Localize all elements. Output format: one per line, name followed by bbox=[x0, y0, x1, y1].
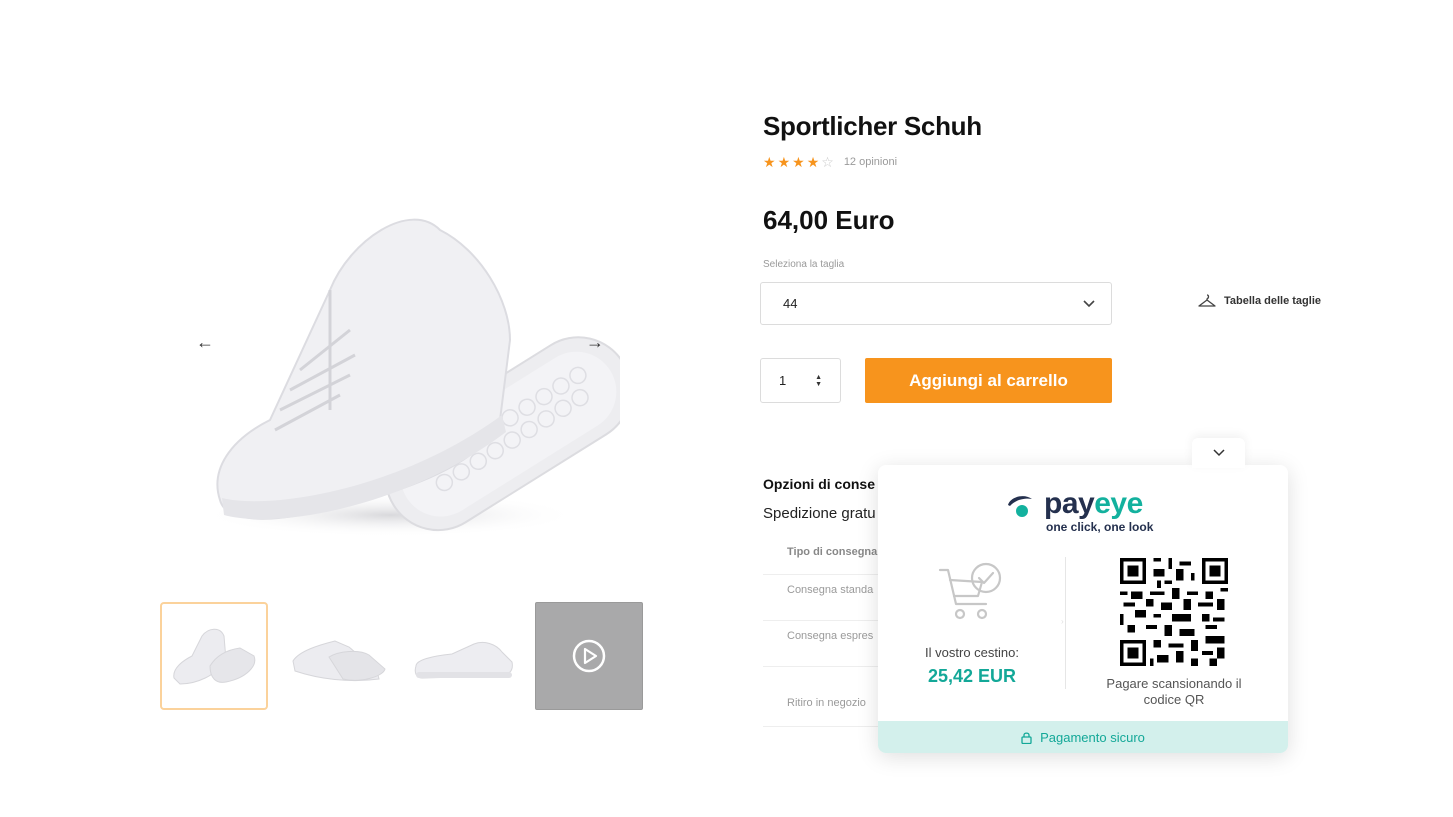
thumbnail-2[interactable] bbox=[285, 602, 393, 710]
next-image-arrow[interactable]: → bbox=[580, 330, 610, 354]
shoe-pair-thumb bbox=[173, 628, 256, 685]
divider-chevron-icon: › bbox=[1061, 617, 1064, 626]
add-to-cart-button[interactable]: Aggiungi al carrello bbox=[865, 358, 1112, 403]
size-value: 44 bbox=[783, 296, 798, 311]
delivery-subtitle: Spedizione gratu bbox=[763, 505, 876, 522]
size-select[interactable]: 44 bbox=[760, 282, 1112, 325]
product-price: 64,00 Euro bbox=[763, 205, 895, 235]
size-chart-label: Tabella delle taglie bbox=[1224, 295, 1321, 307]
review-count[interactable]: 12 opinioni bbox=[844, 156, 897, 168]
cart-summary: Il vostro cestino: 25,42 EUR bbox=[878, 560, 1066, 687]
main-product-image bbox=[200, 218, 620, 537]
payeye-tagline: one click, one look bbox=[1046, 520, 1154, 534]
star-icon: ★ bbox=[792, 154, 805, 170]
cart-check-icon bbox=[938, 562, 1002, 620]
secure-payment-label: Pagamento sicuro bbox=[1040, 729, 1145, 745]
shoe-side-thumb bbox=[292, 640, 386, 682]
qr-instructions: Pagare scansionando il codice QR bbox=[1106, 676, 1242, 707]
payeye-logo: payeye one click, one look bbox=[1006, 487, 1166, 535]
cart-amount: 25,42 EUR bbox=[927, 666, 1017, 686]
shoe-profile-thumb bbox=[414, 641, 513, 679]
quantity-stepper[interactable]: 1 ▲ ▼ bbox=[760, 358, 841, 403]
qr-section: Pagare scansionando il codice QR bbox=[1098, 558, 1250, 708]
qr-code[interactable] bbox=[1120, 558, 1228, 666]
collapse-widget-tab[interactable] bbox=[1192, 438, 1245, 468]
size-chart-link[interactable]: Tabella delle taglie bbox=[1198, 294, 1321, 308]
stepper-arrows[interactable]: ▲ ▼ bbox=[815, 374, 822, 388]
payeye-wordmark: payeye bbox=[1044, 487, 1143, 520]
cart-label: Il vostro cestino: bbox=[925, 645, 1019, 660]
column-divider bbox=[1065, 557, 1066, 689]
thumbnail-3[interactable] bbox=[410, 602, 518, 710]
star-icon: ★ bbox=[806, 154, 820, 170]
star-icon: ★ bbox=[763, 154, 776, 170]
decrement-icon[interactable]: ▼ bbox=[815, 381, 822, 388]
star-icon: ★ bbox=[777, 154, 791, 170]
rating[interactable]: ★ ★ ★ ★ ☆ 12 opinioni bbox=[763, 155, 897, 169]
thumbnail-1[interactable] bbox=[160, 602, 268, 710]
size-select-label: Seleziona la taglia bbox=[763, 259, 845, 270]
thumbnail-strip bbox=[160, 602, 644, 710]
hanger-icon bbox=[1198, 294, 1216, 307]
chevron-down-icon bbox=[1212, 449, 1225, 457]
payeye-widget: payeye one click, one look Il vostro ces… bbox=[878, 465, 1288, 753]
star-outline-icon: ☆ bbox=[821, 154, 834, 170]
secure-payment-bar: Pagamento sicuro bbox=[878, 721, 1288, 753]
lock-icon bbox=[1021, 731, 1032, 744]
product-title: Sportlicher Schuh bbox=[763, 111, 982, 141]
product-gallery: ← → bbox=[160, 150, 644, 710]
payeye-mark-icon bbox=[1008, 496, 1032, 517]
previous-image-arrow[interactable]: ← bbox=[190, 330, 220, 354]
increment-icon[interactable]: ▲ bbox=[815, 374, 822, 381]
play-icon bbox=[572, 639, 606, 673]
thumbnail-video[interactable] bbox=[535, 602, 643, 710]
delivery-options-title: Opzioni di conse bbox=[763, 476, 876, 492]
chevron-down-icon bbox=[1083, 299, 1095, 307]
quantity-value: 1 bbox=[779, 373, 787, 388]
